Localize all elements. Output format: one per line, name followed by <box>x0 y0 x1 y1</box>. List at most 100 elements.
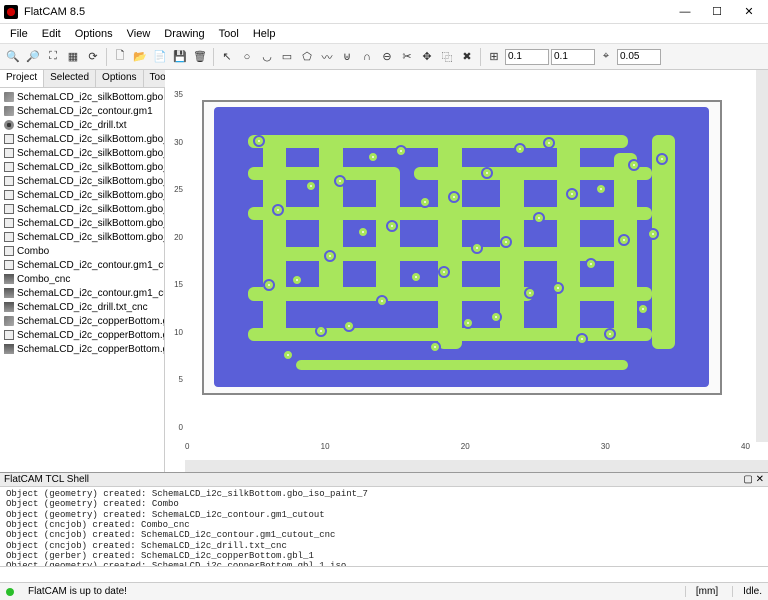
copy-icon[interactable]: ⿻ <box>438 48 456 66</box>
tcl-shell-panel: FlatCAM TCL Shell ▢ ✕ Object (geometry) … <box>0 472 768 582</box>
tree-item[interactable]: Combo_cnc <box>0 272 164 286</box>
trace <box>614 153 638 341</box>
move-icon[interactable]: ✥ <box>418 48 436 66</box>
tree-item-label: SchemaLCD_i2c_silkBottom.gbo_iso_pain <box>17 190 164 201</box>
tree-item[interactable]: SchemaLCD_i2c_silkBottom.gbo_iso_pain <box>0 230 164 244</box>
open-gerber-icon[interactable]: 📄 <box>151 48 169 66</box>
tree-item-label: Combo <box>17 246 49 257</box>
circle-icon[interactable]: ○ <box>238 48 256 66</box>
tree-item[interactable]: SchemaLCD_i2c_silkBottom.gbo_iso_pain <box>0 160 164 174</box>
pad <box>595 183 607 195</box>
arc-icon[interactable]: ◡ <box>258 48 276 66</box>
scrollbar-x[interactable] <box>185 460 768 472</box>
replot-icon[interactable]: ⟳ <box>84 48 102 66</box>
save-icon[interactable]: 💾 <box>171 48 189 66</box>
minimize-button[interactable]: — <box>670 2 700 22</box>
select-icon[interactable]: ↖ <box>218 48 236 66</box>
zoom-in-icon[interactable]: 🔍 <box>4 48 22 66</box>
menu-tool[interactable]: Tool <box>213 26 245 42</box>
status-message: FlatCAM is up to date! <box>28 586 127 597</box>
sidebar-tab-project[interactable]: Project <box>0 70 44 87</box>
pad <box>585 258 597 270</box>
grid-y-input[interactable] <box>551 49 595 65</box>
menu-help[interactable]: Help <box>247 26 282 42</box>
tree-item[interactable]: SchemaLCD_i2c_copperBottom.gbl_1 <box>0 314 164 328</box>
pad <box>291 274 303 286</box>
close-button[interactable]: ✕ <box>734 2 764 22</box>
pad <box>343 320 355 332</box>
delete-shape-icon[interactable]: ✖ <box>458 48 476 66</box>
shell-line: Object (geometry) created: SchemaLCD_i2c… <box>6 510 762 520</box>
tree-item-label: SchemaLCD_i2c_contour.gm1_cutout <box>17 260 164 271</box>
window-title: FlatCAM 8.5 <box>24 6 670 18</box>
menu-edit[interactable]: Edit <box>36 26 67 42</box>
tree-item[interactable]: SchemaLCD_i2c_silkBottom.gbo_iso_pain <box>0 216 164 230</box>
shell-line: Object (cncjob) created: SchemaLCD_i2c_d… <box>6 541 762 551</box>
pad <box>367 151 379 163</box>
tree-item-label: SchemaLCD_i2c_silkBottom.gbo_iso_pain <box>17 176 164 187</box>
polygon-icon[interactable]: ⬠ <box>298 48 316 66</box>
snap-input[interactable] <box>617 49 661 65</box>
tree-item[interactable]: SchemaLCD_i2c_contour.gm1_cutout_cn <box>0 286 164 300</box>
geometry-icon <box>4 260 14 270</box>
clear-plot-icon[interactable]: ▦ <box>64 48 82 66</box>
pad <box>543 137 555 149</box>
snap-icon[interactable]: ⌖ <box>597 48 615 66</box>
separator-icon <box>213 48 214 66</box>
tick-label: 0 <box>185 442 189 460</box>
intersect-icon[interactable]: ∩ <box>358 48 376 66</box>
union-icon[interactable]: ⊎ <box>338 48 356 66</box>
delete-icon[interactable]: 🗑 <box>191 48 209 66</box>
tree-item[interactable]: Combo <box>0 244 164 258</box>
tree-item[interactable]: SchemaLCD_i2c_copperBottom.gbl_1_iso <box>0 328 164 342</box>
tree-item[interactable]: SchemaLCD_i2c_silkBottom.gbo_iso_pain <box>0 188 164 202</box>
sidebar-tabs: ProjectSelectedOptionsTool <box>0 70 164 88</box>
tree-item-label: SchemaLCD_i2c_drill.txt <box>17 120 127 131</box>
sidebar-tab-selected[interactable]: Selected <box>44 70 96 87</box>
tree-item-label: SchemaLCD_i2c_copperBottom.gbl_1_iso <box>17 344 164 355</box>
menu-options[interactable]: Options <box>69 26 119 42</box>
new-icon[interactable]: 🗋 <box>111 48 129 66</box>
subtract-icon[interactable]: ⊖ <box>378 48 396 66</box>
tree-item[interactable]: SchemaLCD_i2c_copperBottom.gbl_1_iso <box>0 342 164 356</box>
tree-item[interactable]: SchemaLCD_i2c_silkBottom.gbo <box>0 90 164 104</box>
geometry-icon <box>4 148 14 158</box>
tick-label: 40 <box>741 442 750 460</box>
cut-icon[interactable]: ✂ <box>398 48 416 66</box>
menu-drawing[interactable]: Drawing <box>158 26 210 42</box>
tree-item[interactable]: SchemaLCD_i2c_silkBottom.gbo_iso_pain <box>0 146 164 160</box>
tree-item-label: SchemaLCD_i2c_contour.gm1_cutout_cn <box>17 288 164 299</box>
zoom-fit-icon[interactable]: ⛶ <box>44 48 62 66</box>
grid-x-input[interactable] <box>505 49 549 65</box>
tree-item[interactable]: SchemaLCD_i2c_drill.txt <box>0 118 164 132</box>
geometry-icon <box>4 232 14 242</box>
zoom-out-icon[interactable]: 🔎 <box>24 48 42 66</box>
open-icon[interactable]: 📂 <box>131 48 149 66</box>
pad <box>334 175 346 187</box>
titlebar: FlatCAM 8.5 — ☐ ✕ <box>0 0 768 24</box>
tick-label: 10 <box>165 328 185 337</box>
tree-item[interactable]: SchemaLCD_i2c_drill.txt_cnc <box>0 300 164 314</box>
grid-icon[interactable]: ⊞ <box>485 48 503 66</box>
plot-canvas[interactable] <box>185 78 750 438</box>
tree-item[interactable]: SchemaLCD_i2c_silkBottom.gbo_iso <box>0 132 164 146</box>
rect-icon[interactable]: ▭ <box>278 48 296 66</box>
sidebar-tab-options[interactable]: Options <box>96 70 143 87</box>
shell-output[interactable]: Object (geometry) created: SchemaLCD_i2c… <box>0 487 768 566</box>
tree-item[interactable]: SchemaLCD_i2c_silkBottom.gbo_iso_pain <box>0 174 164 188</box>
shell-line: Object (gerber) created: SchemaLCD_i2c_c… <box>6 551 762 561</box>
scrollbar-y[interactable] <box>756 70 768 442</box>
maximize-button[interactable]: ☐ <box>702 2 732 22</box>
tree-item[interactable]: SchemaLCD_i2c_contour.gm1_cutout <box>0 258 164 272</box>
tree-item[interactable]: SchemaLCD_i2c_contour.gm1 <box>0 104 164 118</box>
path-icon[interactable]: 〰 <box>318 48 336 66</box>
tick-label: 0 <box>165 423 185 432</box>
shell-input[interactable] <box>0 566 768 582</box>
menu-view[interactable]: View <box>121 26 157 42</box>
menu-file[interactable]: File <box>4 26 34 42</box>
geometry-icon <box>4 218 14 228</box>
tree-item-label: SchemaLCD_i2c_contour.gm1 <box>17 106 153 117</box>
pad <box>462 317 474 329</box>
tree-item[interactable]: SchemaLCD_i2c_silkBottom.gbo_iso_pain <box>0 202 164 216</box>
trace <box>263 140 287 341</box>
